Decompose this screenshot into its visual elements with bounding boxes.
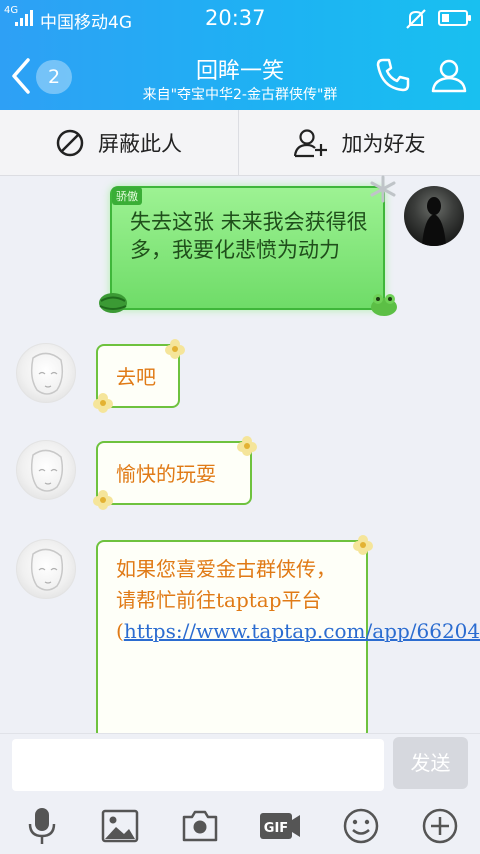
block-icon	[56, 129, 84, 157]
bubble-tag: 骄傲	[112, 187, 142, 205]
back-arrow-icon[interactable]	[8, 56, 38, 96]
battery-icon	[438, 10, 471, 26]
message-text: 去吧	[116, 365, 156, 389]
flower-icon	[93, 393, 113, 413]
mute-icon	[406, 9, 426, 29]
mic-icon[interactable]	[22, 806, 62, 846]
sender-avatar[interactable]	[16, 440, 76, 500]
message-bubble-other[interactable]: 如果您喜爱金古群侠传，请帮忙前往taptap平台(https://www.tap…	[96, 535, 480, 740]
frog-icon	[371, 294, 397, 316]
snowflake-icon	[370, 175, 396, 203]
block-user-label: 屏蔽此人	[98, 132, 182, 156]
flower-icon	[165, 339, 185, 359]
gif-icon[interactable]: GIF	[258, 806, 302, 846]
chat-subtitle: 来自"夺宝中华2-金古群侠传"群	[142, 87, 338, 103]
send-button[interactable]: 发送	[393, 737, 468, 789]
flower-icon	[353, 535, 373, 555]
input-area: 发送 GIF	[0, 733, 480, 854]
message-text: 如果您喜爱金古群侠传，请帮忙前往taptap平台(https://www.tap…	[116, 554, 480, 647]
signal-icon	[15, 10, 37, 26]
self-avatar[interactable]	[404, 186, 464, 246]
watermelon-icon	[99, 293, 127, 313]
svg-text:GIF: GIF	[264, 821, 288, 836]
message-bubble-other[interactable]: 愉快的玩耍	[93, 436, 257, 510]
unread-count-badge[interactable]: 2	[36, 60, 72, 94]
add-friend-label: 加为好友	[341, 132, 426, 156]
carrier-label: 中国移动4G	[40, 13, 132, 33]
message-text: 愉快的玩耍	[116, 462, 216, 486]
chat-title: 回眸一笑	[195, 59, 284, 84]
status-bar: 4G 中国移动4G 20:37	[0, 0, 480, 38]
action-row: 屏蔽此人 加为好友	[0, 110, 480, 176]
add-friend-button[interactable]: 加为好友	[240, 110, 479, 176]
message-text: 失去这张 未来我会获得很多，我要化悲愤为动力	[130, 210, 368, 262]
camera-icon[interactable]	[180, 806, 220, 846]
image-icon[interactable]	[100, 806, 140, 846]
profile-icon[interactable]	[430, 56, 468, 94]
clock: 20:37	[205, 6, 266, 30]
flower-icon	[93, 490, 113, 510]
sender-avatar[interactable]	[16, 539, 76, 599]
plus-icon[interactable]	[420, 806, 460, 846]
message-bubble-self[interactable]: 骄傲 失去这张 未来我会获得很多，我要化悲愤为动力	[99, 175, 397, 316]
message-bubble-other[interactable]: 去吧	[93, 339, 185, 413]
header-bar: 4G 中国移动4G 20:37 2 回眸一笑 来自"夺宝中华2-金古群侠传"群	[0, 0, 480, 110]
add-friend-icon	[293, 129, 327, 158]
sender-avatar[interactable]	[16, 343, 76, 403]
message-input[interactable]	[12, 739, 384, 791]
message-link[interactable]: https://www.taptap.com/app/66204	[124, 619, 480, 643]
flower-icon	[237, 436, 257, 456]
phone-icon[interactable]	[374, 56, 412, 94]
emoji-icon[interactable]	[341, 806, 381, 846]
block-user-button[interactable]: 屏蔽此人	[0, 110, 239, 176]
